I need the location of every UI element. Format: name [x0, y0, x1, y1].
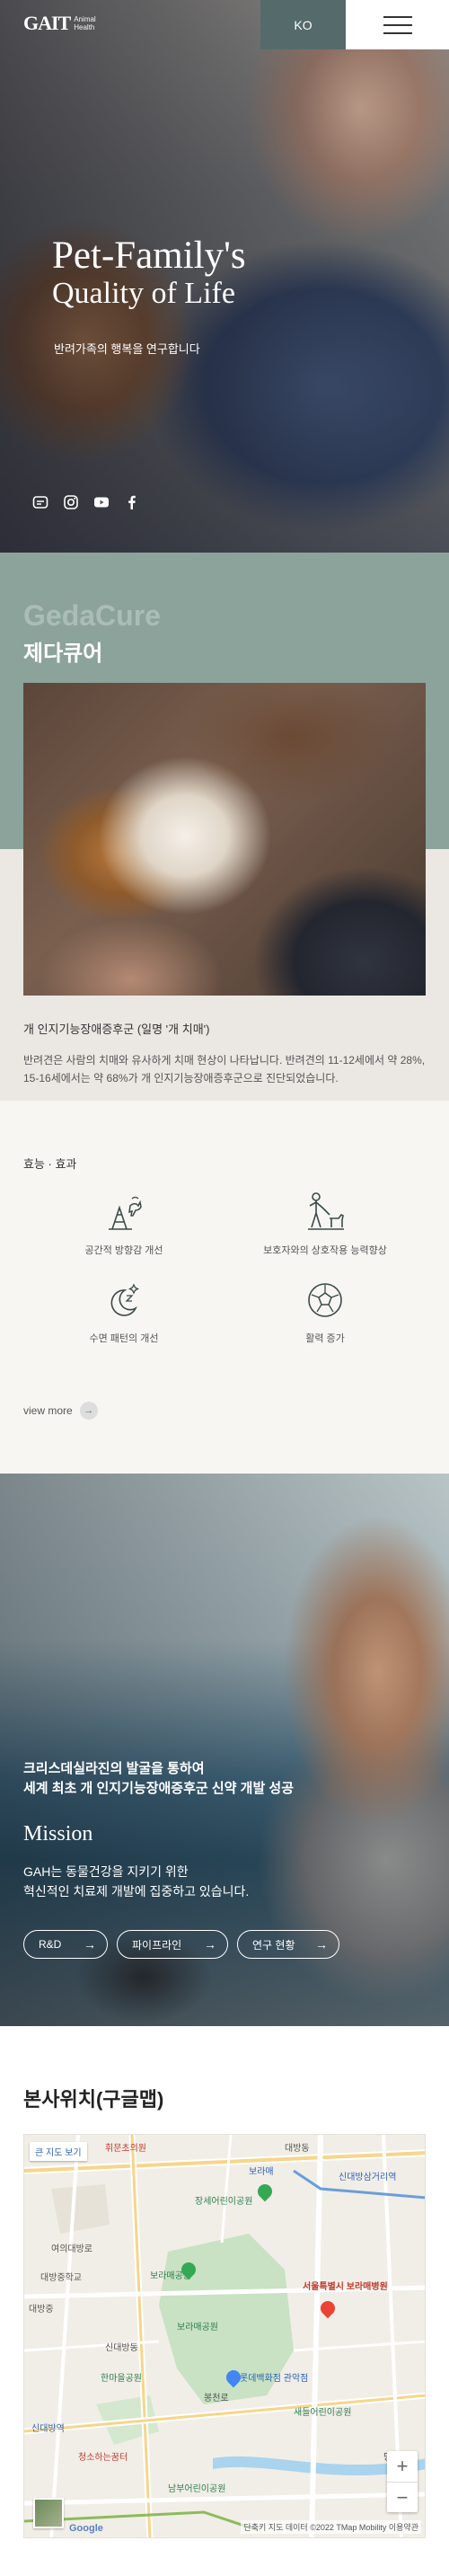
- effect-item: 활력 증가: [224, 1277, 426, 1345]
- effect-item: 보호자와의 상호작용 능력향상: [224, 1189, 426, 1257]
- description-body: 반려견은 사람의 치매와 유사하게 치매 현상이 나타납니다. 반려견의 11-…: [23, 1054, 426, 1084]
- hero-title: Pet-Family's Quality of Life: [52, 235, 246, 311]
- moon-stars-icon: [101, 1277, 147, 1323]
- logo-subtext: Animal Health: [74, 15, 96, 31]
- instagram-icon[interactable]: [63, 494, 79, 510]
- effect-item: 수면 패턴의 개선: [23, 1277, 224, 1345]
- gedacure-section: GedaCure 제다큐어 개 인지기능장애증후군 (일명 '개 치매') 반려…: [0, 553, 449, 1474]
- effects-grid: 공간적 방향감 개선 보호자와의 상호작용 능력향상 수면 패턴의 개선 활력 …: [23, 1189, 426, 1345]
- facebook-icon[interactable]: [124, 494, 140, 510]
- gedacure-photo: [23, 683, 426, 996]
- effect-label: 활력 증가: [305, 1333, 345, 1344]
- person-walking-dog-icon: [302, 1189, 348, 1235]
- view-more-link[interactable]: view more →: [23, 1402, 98, 1420]
- effect-label: 공간적 방향감 개선: [84, 1245, 163, 1256]
- ball-icon: [302, 1277, 348, 1323]
- agility-cone-icon: [101, 1189, 147, 1235]
- arrow-right-icon: →: [79, 1402, 98, 1420]
- effects-heading: 효능 · 효과: [23, 1157, 77, 1171]
- hero-subtitle: 반려가족의 행복을 연구합니다: [54, 342, 200, 356]
- youtube-icon[interactable]: [93, 494, 110, 510]
- language-button[interactable]: KO: [260, 0, 346, 49]
- description-title: 개 인지기능장애증후군 (일명 '개 치매'): [23, 1022, 210, 1036]
- effect-item: 공간적 방향감 개선: [23, 1189, 224, 1257]
- logo[interactable]: GAIT Animal Health: [23, 12, 96, 35]
- site-header: GAIT Animal Health KO: [0, 0, 449, 49]
- effect-label: 보호자와의 상호작용 능력향상: [263, 1245, 387, 1256]
- social-links: [32, 494, 140, 510]
- gedacure-english-title: GedaCure: [23, 599, 161, 632]
- logo-mark: GAIT: [23, 12, 71, 34]
- hero-section: Pet-Family's Quality of Life 반려가족의 행복을 연…: [0, 0, 449, 553]
- gedacure-title: 제다큐어: [23, 642, 103, 666]
- gedacure-description: 개 인지기능장애증후군 (일명 '개 치매') 반려견은 사람의 치매와 유사하…: [23, 1020, 426, 1087]
- blog-icon[interactable]: [32, 494, 48, 510]
- effect-label: 수면 패턴의 개선: [89, 1333, 159, 1344]
- hamburger-menu-icon[interactable]: [346, 0, 449, 49]
